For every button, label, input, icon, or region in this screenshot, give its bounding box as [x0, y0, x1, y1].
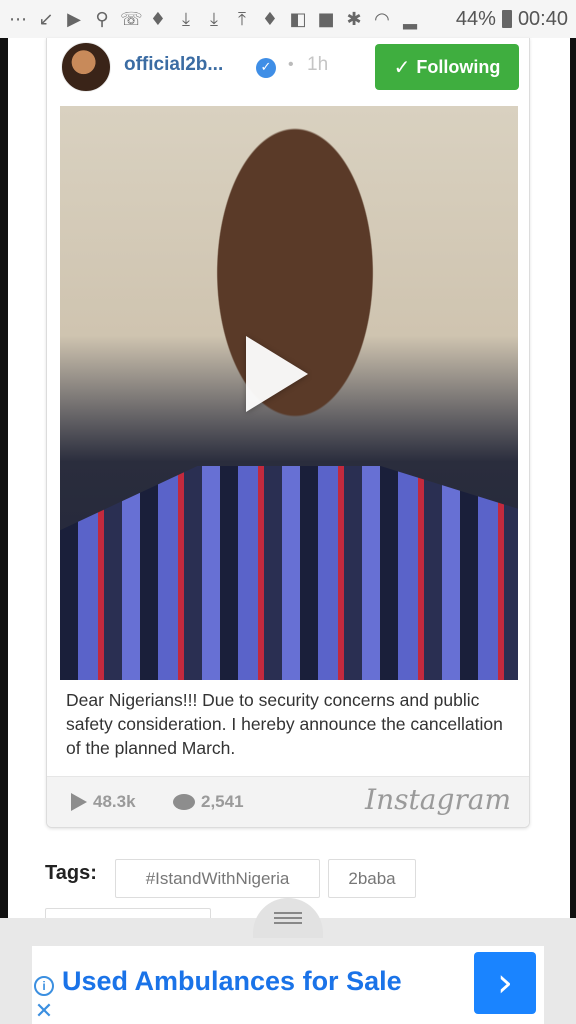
username[interactable]: official2b...: [124, 54, 223, 76]
menu-icon: [274, 912, 302, 924]
twitter-icon: ♦: [149, 8, 167, 30]
notification-icons: ⋯ ↙ ▶ ⚲ ☏ ♦ ⤓ ⤓ ⤒ ♦ ◧ ■ ✱ ◠ ▂: [8, 9, 456, 30]
following-label: Following: [416, 56, 501, 77]
maps-icon: ⚲: [95, 8, 109, 30]
ad-close-icon[interactable]: ✕: [32, 1000, 56, 1024]
play-icon[interactable]: [246, 336, 308, 412]
tags-label: Tags:: [45, 862, 97, 884]
play-count-icon: [71, 793, 87, 811]
post-time: 1h: [307, 54, 329, 75]
clock: 00:40: [517, 7, 568, 30]
flipboard-icon: ◧: [289, 8, 307, 30]
post-header: official2b... ✓ • 1h ✓ Following: [47, 38, 529, 102]
upload-icon: ⤒: [238, 8, 246, 30]
video-subject: [180, 106, 410, 476]
avatar[interactable]: [61, 42, 111, 92]
ad-title[interactable]: Used Ambulances for Sale: [62, 966, 402, 997]
plays-count: 48.3k: [93, 792, 136, 811]
battery-percent: 44%: [455, 7, 496, 30]
whatsapp-icon: ☏: [120, 8, 143, 30]
following-button[interactable]: ✓ Following: [375, 44, 519, 90]
ad-arrow-button[interactable]: ›: [474, 952, 536, 1014]
video-subject-shirt: [60, 466, 518, 680]
check-icon: ✓: [393, 55, 411, 79]
video-thumbnail[interactable]: [60, 106, 518, 680]
signal-icon: ▂: [403, 8, 417, 30]
bluetooth-icon: ✱: [346, 8, 362, 30]
tag-chip[interactable]: #IstandWithNigeria: [115, 859, 320, 898]
screen-edge-right: [570, 38, 576, 918]
download-icon: ⤓: [182, 8, 190, 30]
youtube-icon: ▶: [67, 8, 81, 30]
post-footer: 48.3k 2,541 Instagram: [47, 776, 529, 827]
status-bar: ⋯ ↙ ▶ ⚲ ☏ ♦ ⤓ ⤓ ⤒ ♦ ◧ ■ ✱ ◠ ▂ 44% 00:40: [0, 0, 576, 38]
comments-count: 2,541: [201, 792, 244, 811]
twitter-icon: ♦: [261, 8, 279, 30]
tag-chip[interactable]: 2baba: [328, 859, 416, 898]
battery-icon: [501, 10, 512, 28]
separator-dot: •: [288, 56, 294, 73]
instagram-logo[interactable]: Instagram: [365, 783, 511, 816]
screen: ⋯ ↙ ▶ ⚲ ☏ ♦ ⤓ ⤓ ⤒ ♦ ◧ ■ ✱ ◠ ▂ 44% 00:40 …: [0, 0, 576, 1024]
missed-call-icon: ↙: [38, 8, 54, 30]
plays-stat: 48.3k: [71, 792, 136, 812]
verified-icon: ✓: [256, 58, 276, 78]
instagram-embed-card: official2b... ✓ • 1h ✓ Following Dear Ni…: [46, 38, 530, 828]
ad-info-icon[interactable]: i: [34, 976, 54, 996]
more-icon: ⋯: [9, 8, 27, 30]
comment-icon: [173, 794, 195, 810]
post-caption: Dear Nigerians!!! Due to security concer…: [66, 690, 503, 758]
download-icon: ⤓: [210, 8, 218, 30]
facebook-icon: ■: [317, 8, 335, 30]
comments-stat[interactable]: 2,541: [173, 792, 244, 812]
screen-edge-left: [0, 38, 8, 918]
wifi-icon: ◠: [374, 8, 390, 30]
drawer-handle[interactable]: [253, 898, 323, 938]
